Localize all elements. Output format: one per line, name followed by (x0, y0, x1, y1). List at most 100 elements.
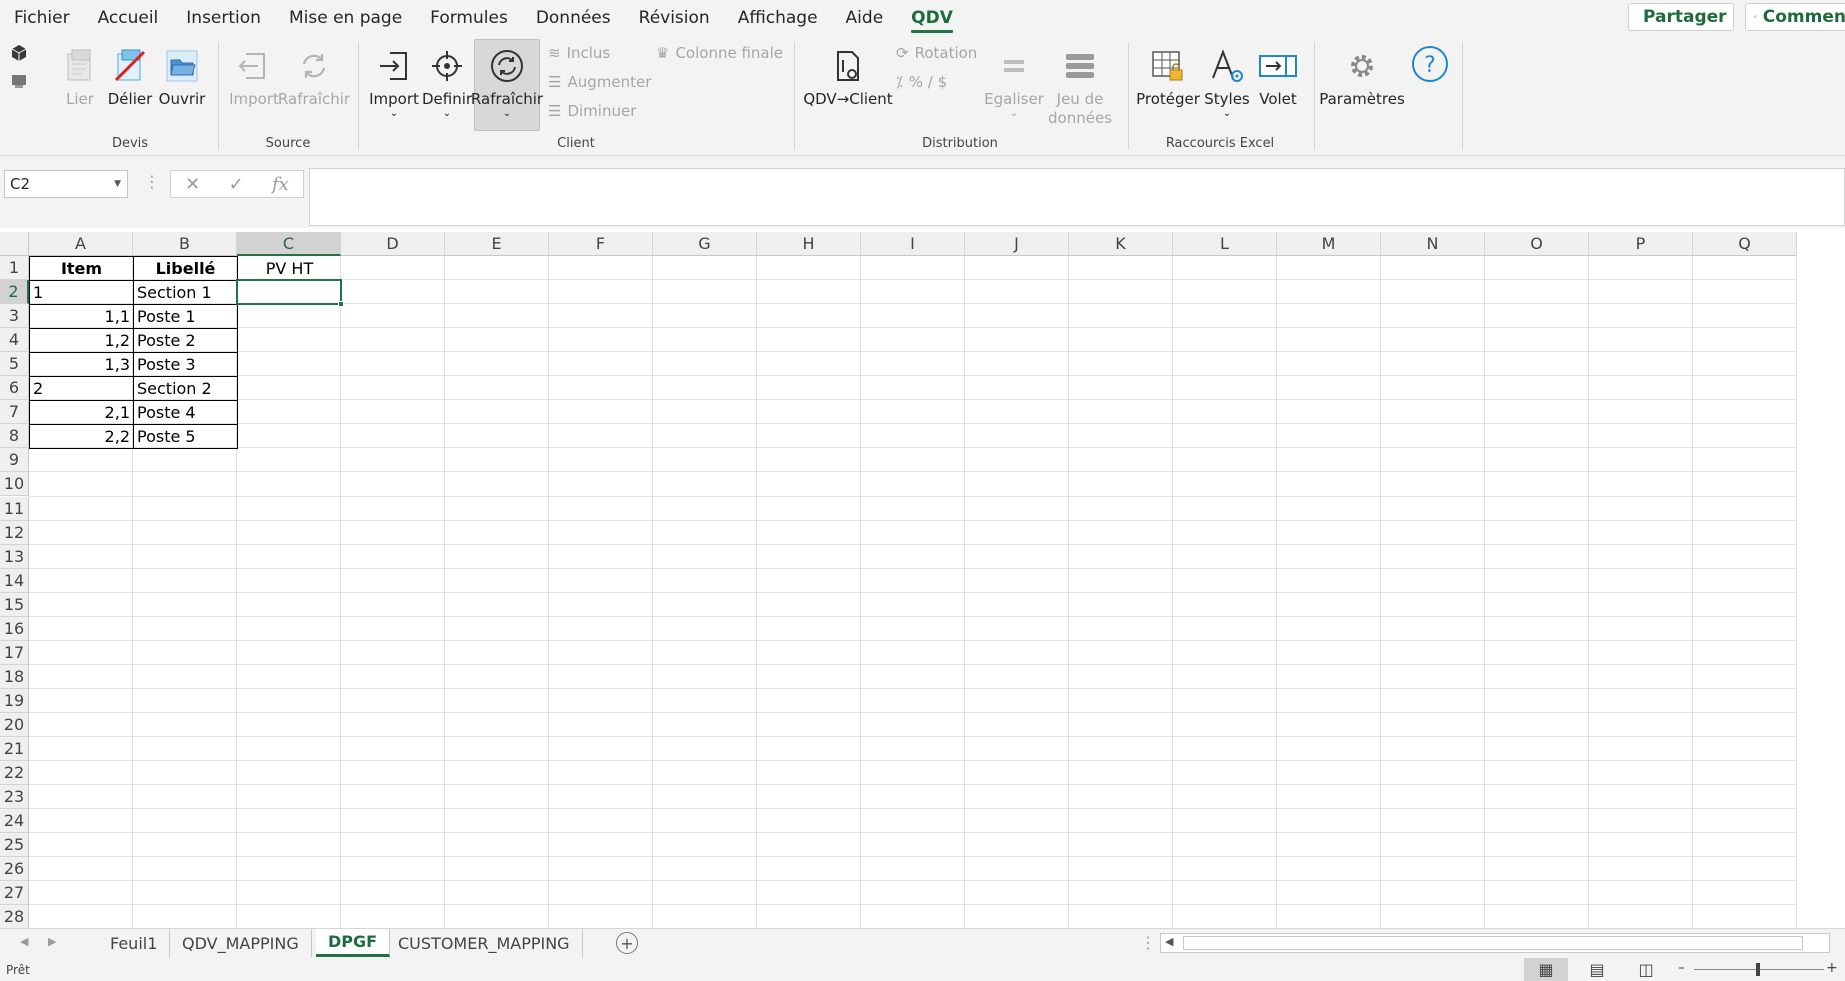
row-header-9[interactable]: 9 (0, 448, 29, 473)
column-header-h[interactable]: H (757, 232, 861, 256)
cube-icon[interactable] (10, 44, 28, 66)
menu-revision[interactable]: Révision (625, 0, 724, 36)
row-header-3[interactable]: 3 (0, 304, 29, 329)
row-header-19[interactable]: 19 (0, 688, 29, 713)
row-header-17[interactable]: 17 (0, 640, 29, 665)
column-header-m[interactable]: M (1277, 232, 1381, 256)
row-header-28[interactable]: 28 (0, 905, 29, 928)
cell-c1[interactable]: PV HT (237, 256, 342, 281)
select-all-corner[interactable] (0, 232, 29, 256)
ouvrir-button[interactable]: Ouvrir (159, 46, 205, 108)
jeu-donnees-button[interactable]: Jeu de données (1044, 46, 1116, 128)
column-header-n[interactable]: N (1381, 232, 1485, 256)
share-button[interactable]: Partager (1628, 3, 1734, 31)
cell-a6[interactable]: 2 (29, 376, 134, 402)
row-header-24[interactable]: 24 (0, 809, 29, 834)
prev-sheet-icon[interactable]: ◀ (20, 935, 28, 948)
menu-affichage[interactable]: Affichage (724, 0, 832, 36)
column-header-l[interactable]: L (1173, 232, 1277, 256)
row-header-16[interactable]: 16 (0, 616, 29, 641)
cell-a7[interactable]: 2,1 (29, 400, 134, 426)
sheet-tab-dpgf[interactable]: DPGF (316, 929, 391, 957)
menu-qdv[interactable]: QDV (897, 0, 967, 36)
import-client-button[interactable]: Import ⌄ (368, 46, 420, 119)
rafraichir-client-button[interactable]: Rafraîchir ⌄ (471, 39, 543, 131)
zoom-in-icon[interactable]: + (1826, 960, 1838, 976)
row-header-7[interactable]: 7 (0, 400, 29, 425)
rafraichir-source-button[interactable]: Rafraîchir (278, 46, 350, 108)
zoom-slider-thumb[interactable] (1756, 963, 1760, 976)
inclus-button[interactable]: ≋ Inclus (548, 44, 610, 62)
more-vertical-icon[interactable]: ⋮ (144, 172, 160, 191)
definir-button[interactable]: Definir ⌄ (422, 46, 472, 119)
active-cell-selection[interactable] (236, 279, 344, 308)
spreadsheet-grid[interactable]: A B C D E F G H I J K L M N O P Q 1 2 3 4 5 6 7 8 9 10 11 12 13 14 15 16… (0, 232, 1845, 928)
row-header-22[interactable]: 22 (0, 761, 29, 786)
row-header-6[interactable]: 6 (0, 376, 29, 401)
cell-b2[interactable]: Section 1 (133, 280, 238, 306)
delier-button[interactable]: Délier (108, 46, 152, 108)
menu-insertion[interactable]: Insertion (172, 0, 275, 36)
cell-b5[interactable]: Poste 3 (133, 352, 238, 378)
cell-a1[interactable]: Item (29, 256, 134, 282)
cell-b3[interactable]: Poste 1 (133, 304, 238, 330)
column-header-f[interactable]: F (549, 232, 653, 256)
page-break-view-button[interactable]: ◫ (1624, 958, 1668, 981)
row-header-27[interactable]: 27 (0, 881, 29, 906)
column-header-o[interactable]: O (1485, 232, 1589, 256)
menu-formules[interactable]: Formules (416, 0, 522, 36)
row-header-4[interactable]: 4 (0, 328, 29, 353)
menu-mise-en-page[interactable]: Mise en page (275, 0, 416, 36)
cell-a4[interactable]: 1,2 (29, 328, 134, 354)
menu-aide[interactable]: Aide (832, 0, 898, 36)
column-header-c[interactable]: C (237, 232, 341, 256)
volet-button[interactable]: Volet (1256, 46, 1300, 108)
scroll-left-icon[interactable]: ◀ (1165, 935, 1173, 948)
percent-dollar-button[interactable]: ⁒ % / $ (896, 73, 947, 91)
cell-a3[interactable]: 1,1 (29, 304, 134, 330)
horizontal-scrollbar[interactable]: ◀ (1160, 933, 1830, 953)
row-header-8[interactable]: 8 (0, 424, 29, 449)
row-header-11[interactable]: 11 (0, 496, 29, 521)
confirm-icon[interactable]: ✓ (229, 174, 244, 195)
cell-b4[interactable]: Poste 2 (133, 328, 238, 354)
menu-accueil[interactable]: Accueil (84, 0, 173, 36)
column-header-a[interactable]: A (29, 232, 133, 256)
column-header-e[interactable]: E (445, 232, 549, 256)
column-header-b[interactable]: B (133, 232, 237, 256)
column-header-q[interactable]: Q (1693, 232, 1797, 256)
cell-a5[interactable]: 1,3 (29, 352, 134, 378)
sheet-tab-qdv-mapping[interactable]: QDV_MAPPING (170, 929, 312, 957)
lier-button[interactable]: Lier (60, 46, 100, 108)
row-header-10[interactable]: 10 (0, 472, 29, 497)
column-header-d[interactable]: D (341, 232, 445, 256)
qdv-client-button[interactable]: QDV→Client (803, 46, 893, 108)
diminuer-button[interactable]: ☰ Diminuer (548, 102, 636, 120)
rotation-button[interactable]: ⟳ Rotation (896, 44, 977, 62)
column-header-k[interactable]: K (1069, 232, 1173, 256)
column-header-j[interactable]: J (965, 232, 1069, 256)
row-header-15[interactable]: 15 (0, 592, 29, 617)
column-header-p[interactable]: P (1589, 232, 1693, 256)
sheet-tab-customer-mapping[interactable]: CUSTOMER_MAPPING (386, 929, 583, 957)
row-header-20[interactable]: 20 (0, 712, 29, 737)
sheet-tab-feuil1[interactable]: Feuil1 (98, 929, 171, 957)
row-header-12[interactable]: 12 (0, 520, 29, 545)
cell-a2[interactable]: 1 (29, 280, 134, 306)
colonne-finale-button[interactable]: ♛ Colonne finale (656, 44, 783, 62)
row-header-2[interactable]: 2 (0, 280, 29, 305)
row-header-14[interactable]: 14 (0, 568, 29, 593)
row-header-18[interactable]: 18 (0, 664, 29, 689)
cell-b8[interactable]: Poste 5 (133, 424, 238, 450)
parametres-button[interactable]: Paramètres (1319, 46, 1405, 108)
fill-handle[interactable] (338, 301, 344, 308)
fx-icon[interactable]: fx (272, 174, 289, 195)
cell-a8[interactable]: 2,2 (29, 424, 134, 450)
import-source-button[interactable]: Import (229, 46, 279, 108)
column-header-i[interactable]: I (861, 232, 965, 256)
comments-button[interactable]: Commen (1745, 3, 1845, 31)
menu-fichier[interactable]: Fichier (0, 0, 84, 36)
user-gear-icon[interactable] (10, 72, 28, 94)
row-header-26[interactable]: 26 (0, 857, 29, 882)
cell-b6[interactable]: Section 2 (133, 376, 238, 402)
